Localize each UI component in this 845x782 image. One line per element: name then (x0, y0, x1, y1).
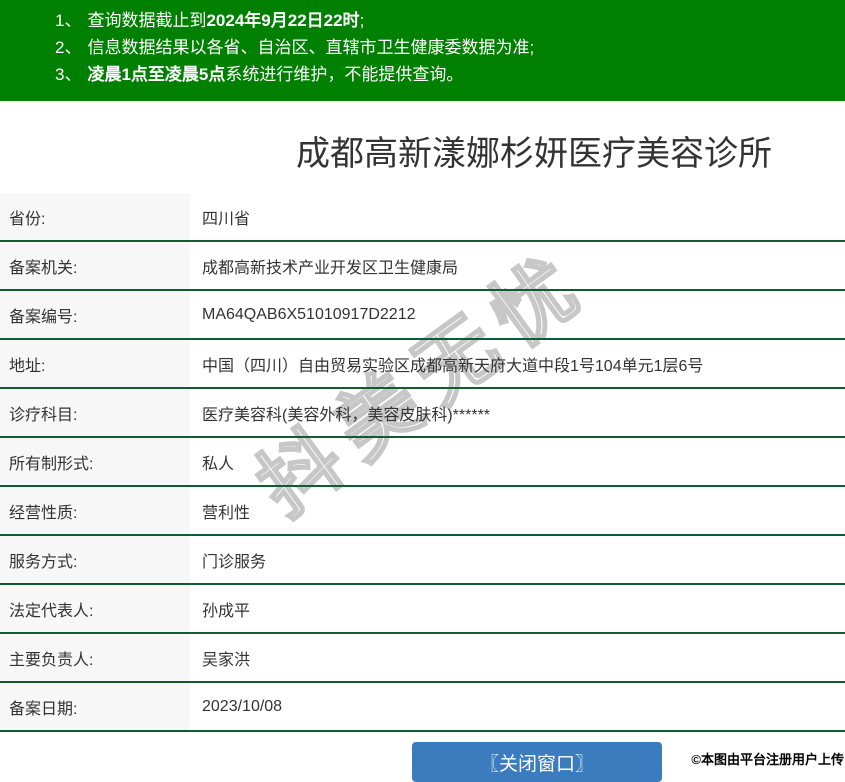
row-value: MA64QAB6X51010917D2212 (190, 306, 845, 324)
notice-line-1-bold: 2024年9月22日22时 (206, 11, 359, 30)
row-label: 省份: (0, 193, 190, 240)
table-row-filing-date: 备案日期: 2023/10/08 (0, 683, 845, 732)
row-value: 私人 (190, 450, 845, 474)
notice-line-3-bold: 凌晨1点至凌晨5点 (87, 65, 225, 84)
row-value: 中国（四川）自由贸易实验区成都高新天府大道中段1号104单元1层6号 (190, 352, 845, 376)
row-value: 孙成平 (190, 597, 845, 621)
notice-line-2: 2、信息数据结果以各省、自治区、直辖市卫生健康委数据为准; (55, 34, 835, 61)
table-row-legal-representative: 法定代表人: 孙成平 (0, 585, 845, 634)
row-label: 主要负责人: (0, 634, 190, 681)
notice-line-3-number: 3、 (55, 65, 81, 84)
notice-line-3: 3、凌晨1点至凌晨5点系统进行维护，不能提供查询。 (55, 61, 835, 88)
table-row-filing-authority: 备案机关: 成都高新技术产业开发区卫生健康局 (0, 242, 845, 291)
table-row-medical-subjects: 诊疗科目: 医疗美容科(美容外科，美容皮肤科)****** (0, 389, 845, 438)
table-row-operating-nature: 经营性质: 营利性 (0, 487, 845, 536)
row-label: 地址: (0, 340, 190, 387)
upload-credit-text: ©本图由平台注册用户上传 (691, 749, 844, 768)
row-value: 四川省 (190, 205, 845, 229)
table-row-address: 地址: 中国（四川）自由贸易实验区成都高新天府大道中段1号104单元1层6号 (0, 340, 845, 389)
close-window-button[interactable]: 〖关闭窗口〗 (412, 742, 662, 782)
row-value: 吴家洪 (190, 646, 845, 670)
table-row-ownership-form: 所有制形式: 私人 (0, 438, 845, 487)
row-label: 备案日期: (0, 683, 190, 730)
row-value: 成都高新技术产业开发区卫生健康局 (190, 254, 845, 278)
row-value: 门诊服务 (190, 548, 845, 572)
table-row-province: 省份: 四川省 (0, 193, 845, 242)
notice-line-1-text: 查询数据截止到 (87, 11, 206, 30)
row-value: 营利性 (190, 499, 845, 523)
row-label: 法定代表人: (0, 585, 190, 632)
table-row-filing-number: 备案编号: MA64QAB6X51010917D2212 (0, 291, 845, 340)
notice-line-3-suffix: 系统进行维护，不能提供查询。 (225, 65, 463, 84)
page-title: 成都高新漾娜杉妍医疗美容诊所 (0, 134, 845, 174)
row-label: 备案机关: (0, 242, 190, 289)
table-row-service-mode: 服务方式: 门诊服务 (0, 536, 845, 585)
row-label: 经营性质: (0, 487, 190, 534)
notice-line-1: 1、查询数据截止到2024年9月22日22时; (55, 7, 835, 34)
row-label: 服务方式: (0, 536, 190, 583)
record-table: 省份: 四川省 备案机关: 成都高新技术产业开发区卫生健康局 备案编号: MA6… (0, 193, 845, 732)
row-label: 备案编号: (0, 291, 190, 338)
row-value: 2023/10/08 (190, 698, 845, 716)
notice-line-1-number: 1、 (55, 11, 81, 30)
notice-line-1-suffix: ; (360, 11, 365, 30)
row-value: 医疗美容科(美容外科，美容皮肤科)****** (190, 401, 845, 425)
notice-line-2-text: 信息数据结果以各省、自治区、直辖市卫生健康委数据为准; (87, 38, 534, 57)
notice-line-2-number: 2、 (55, 38, 81, 57)
row-label: 所有制形式: (0, 438, 190, 485)
table-row-person-in-charge: 主要负责人: 吴家洪 (0, 634, 845, 683)
notice-banner: 1、查询数据截止到2024年9月22日22时; 2、信息数据结果以各省、自治区、… (0, 0, 845, 101)
row-label: 诊疗科目: (0, 389, 190, 436)
